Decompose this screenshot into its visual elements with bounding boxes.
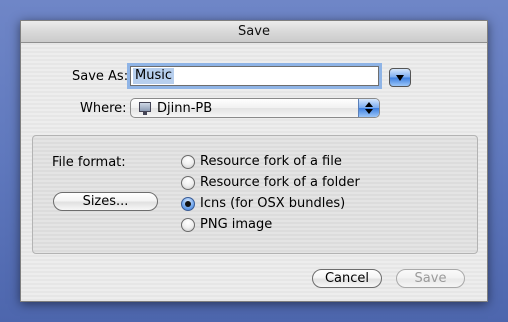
sizes-button[interactable]: Sizes... xyxy=(53,192,158,211)
where-selected: Djinn-PB xyxy=(157,101,213,116)
radio-button-selected-icon xyxy=(181,197,195,211)
cancel-button[interactable]: Cancel xyxy=(312,269,382,288)
save-as-label: Save As: xyxy=(72,69,129,84)
hard-drive-icon xyxy=(139,102,151,115)
save-as-field[interactable]: Music xyxy=(130,66,379,86)
dialog-title: Save xyxy=(21,21,487,43)
radio-button-icon xyxy=(181,155,195,169)
save-as-value: Music xyxy=(133,68,174,84)
radio-label: PNG image xyxy=(200,217,273,232)
radio-button-icon xyxy=(181,218,195,232)
popup-arrows-icon xyxy=(358,99,379,117)
disclosure-triangle-icon xyxy=(396,75,404,81)
radio-button-icon xyxy=(181,176,195,190)
save-button[interactable]: Save xyxy=(396,269,465,288)
where-label: Where: xyxy=(80,101,127,116)
file-format-label: File format: xyxy=(52,155,126,170)
where-popup[interactable]: Djinn-PB xyxy=(130,98,380,118)
save-dialog: Save Save As: Music Where: Djinn-PB File… xyxy=(20,20,488,302)
radio-label: Resource fork of a file xyxy=(200,154,342,169)
radio-label: Icns (for OSX bundles) xyxy=(200,196,346,211)
radio-label: Resource fork of a folder xyxy=(200,175,360,190)
expand-browser-button[interactable] xyxy=(389,68,411,87)
